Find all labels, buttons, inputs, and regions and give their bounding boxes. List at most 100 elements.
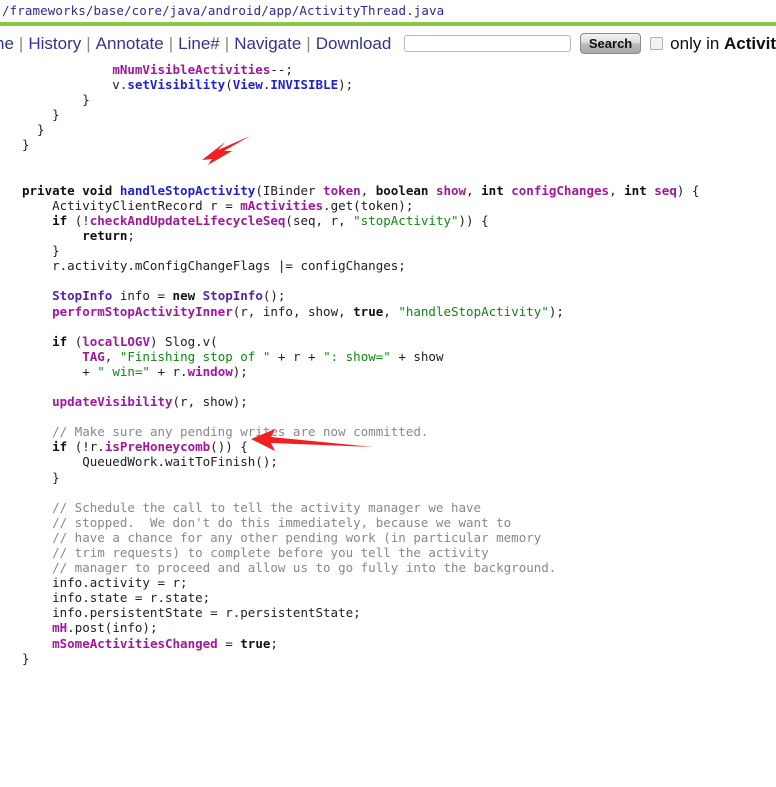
code-line: TAG, "Finishing stop of " + r + ": show=… [22, 349, 776, 364]
code-line: mH.post(info); [22, 620, 776, 635]
code-token-plain: , [104, 348, 120, 364]
code-token-kw: if [52, 439, 68, 455]
nav-link-navigate[interactable]: Navigate [230, 35, 305, 52]
code-token-str: ": show=" [323, 348, 391, 364]
only-in-target: Activit [724, 33, 776, 53]
code-token-ident[interactable]: checkAndUpdateLifecycleSeq [90, 213, 286, 228]
code-token-plain: , [466, 182, 482, 198]
code-token-ident[interactable]: seq [654, 183, 677, 198]
code-line: // Schedule the call to tell the activit… [22, 500, 776, 515]
code-token-plain: , [360, 182, 376, 198]
code-token-ident[interactable]: window [188, 364, 233, 379]
code-token-plain: r.activity.mConfigChangeFlags |= configC… [22, 258, 406, 274]
code-line: // stopped. We don't do this immediately… [22, 515, 776, 530]
code-line: updateVisibility(r, show); [22, 394, 776, 409]
code-token-ident[interactable]: show [436, 183, 466, 198]
nav-link-line-truncated[interactable]: ne [0, 35, 18, 52]
code-line: + " win=" + r.window); [22, 364, 776, 379]
code-token-plain: } [22, 650, 30, 666]
code-token-kw: if [52, 333, 68, 349]
code-token-ident[interactable]: configChanges [511, 183, 609, 198]
source-code-view[interactable]: mNumVisibleActivities--; v.setVisibility… [0, 62, 776, 787]
code-token-plain: } [22, 137, 30, 153]
code-token-ident[interactable]: performStopActivityInner [52, 304, 233, 319]
code-token-ident[interactable]: mH [52, 620, 67, 635]
breadcrumb-path[interactable]: /frameworks/base/core/java/android/app/A… [2, 3, 444, 18]
code-token-plain: info.activity = r; [22, 575, 188, 591]
code-token-plain: , [383, 303, 399, 319]
code-token-fn[interactable]: handleStopActivity [120, 183, 255, 198]
code-token-plain: (r, info, show, [232, 303, 354, 319]
code-token-kw: int [624, 182, 655, 198]
code-line: private void handleStopActivity(IBinder … [22, 183, 776, 198]
code-token-plain: ; [127, 228, 135, 244]
code-token-type[interactable]: StopInfo [203, 288, 263, 303]
code-token-fn[interactable]: setVisibility [127, 77, 225, 92]
code-token-plain: ) Slog.v( [149, 333, 218, 349]
code-token-plain: } [22, 92, 90, 108]
nav-link-annotate[interactable]: Annotate [92, 35, 168, 52]
code-line: // trim requests) to complete before you… [22, 545, 776, 560]
code-token-cmt: // stopped. We don't do this immediately… [52, 514, 512, 530]
code-token-plain: (seq, r, [285, 212, 354, 228]
code-line: if (localLOGV) Slog.v( [22, 334, 776, 349]
code-token-plain: ); [232, 363, 248, 379]
code-token-kw: private void [22, 182, 120, 198]
code-token-ident[interactable]: mSomeActivitiesChanged [52, 636, 218, 651]
nav-link-line-number[interactable]: Line# [174, 35, 224, 52]
code-token-plain: = [217, 635, 241, 651]
code-token-plain: (! [67, 212, 90, 228]
code-token-ident[interactable]: mActivities [240, 198, 323, 213]
code-token-kw: boolean [375, 182, 436, 198]
code-line: } [22, 137, 776, 152]
code-line: info.persistentState = r.persistentState… [22, 605, 776, 620]
code-line: ActivityClientRecord r = mActivities.get… [22, 198, 776, 213]
code-token-ident[interactable]: mNumVisibleActivities [112, 62, 270, 77]
code-token-kw: int [481, 182, 512, 198]
nav-link-download[interactable]: Download [312, 35, 396, 52]
code-token-plain: --; [270, 62, 293, 77]
code-token-ident[interactable]: updateVisibility [52, 394, 172, 409]
code-line: } [22, 470, 776, 485]
code-token-ident[interactable]: token [323, 183, 361, 198]
code-token-plain: (!r. [67, 439, 105, 455]
only-in-file-checkbox[interactable] [650, 36, 664, 50]
nav-link-history[interactable]: History [24, 35, 85, 52]
code-token-str: "handleStopActivity" [398, 303, 549, 319]
code-line: v.setVisibility(View.INVISIBLE); [22, 77, 776, 92]
code-line: r.activity.mConfigChangeFlags |= configC… [22, 258, 776, 273]
code-line: } [22, 92, 776, 107]
code-token-plain: .post(info); [67, 620, 158, 636]
code-token-ident[interactable]: TAG [82, 349, 105, 364]
only-in-prefix: only in [670, 33, 725, 53]
code-line: } [22, 122, 776, 137]
code-token-fn[interactable]: INVISIBLE [270, 77, 338, 92]
code-line: info.state = r.state; [22, 590, 776, 605]
code-token-type[interactable]: StopInfo [52, 288, 112, 303]
code-token-plain: } [22, 469, 60, 485]
code-token-plain: } [22, 122, 45, 138]
code-line: return; [22, 228, 776, 243]
search-input[interactable] [404, 34, 571, 52]
code-token-cmt: // trim requests) to complete before you… [52, 545, 489, 560]
code-token-cmt: // manager to proceed and allow us to go… [52, 560, 557, 576]
code-line: } [22, 107, 776, 122]
code-token-plain: } [22, 243, 60, 259]
code-line: StopInfo info = new StopInfo(); [22, 288, 776, 303]
code-token-kw: if [52, 212, 68, 228]
code-token-plain: info.persistentState = r.persistentState… [22, 605, 361, 621]
code-token-plain: .get(token); [323, 197, 414, 213]
code-token-ident[interactable]: localLOGV [82, 334, 150, 349]
code-token-fn[interactable]: View [233, 77, 263, 92]
code-token-ident[interactable]: isPreHoneycomb [105, 439, 210, 454]
search-button[interactable]: Search [579, 32, 642, 54]
